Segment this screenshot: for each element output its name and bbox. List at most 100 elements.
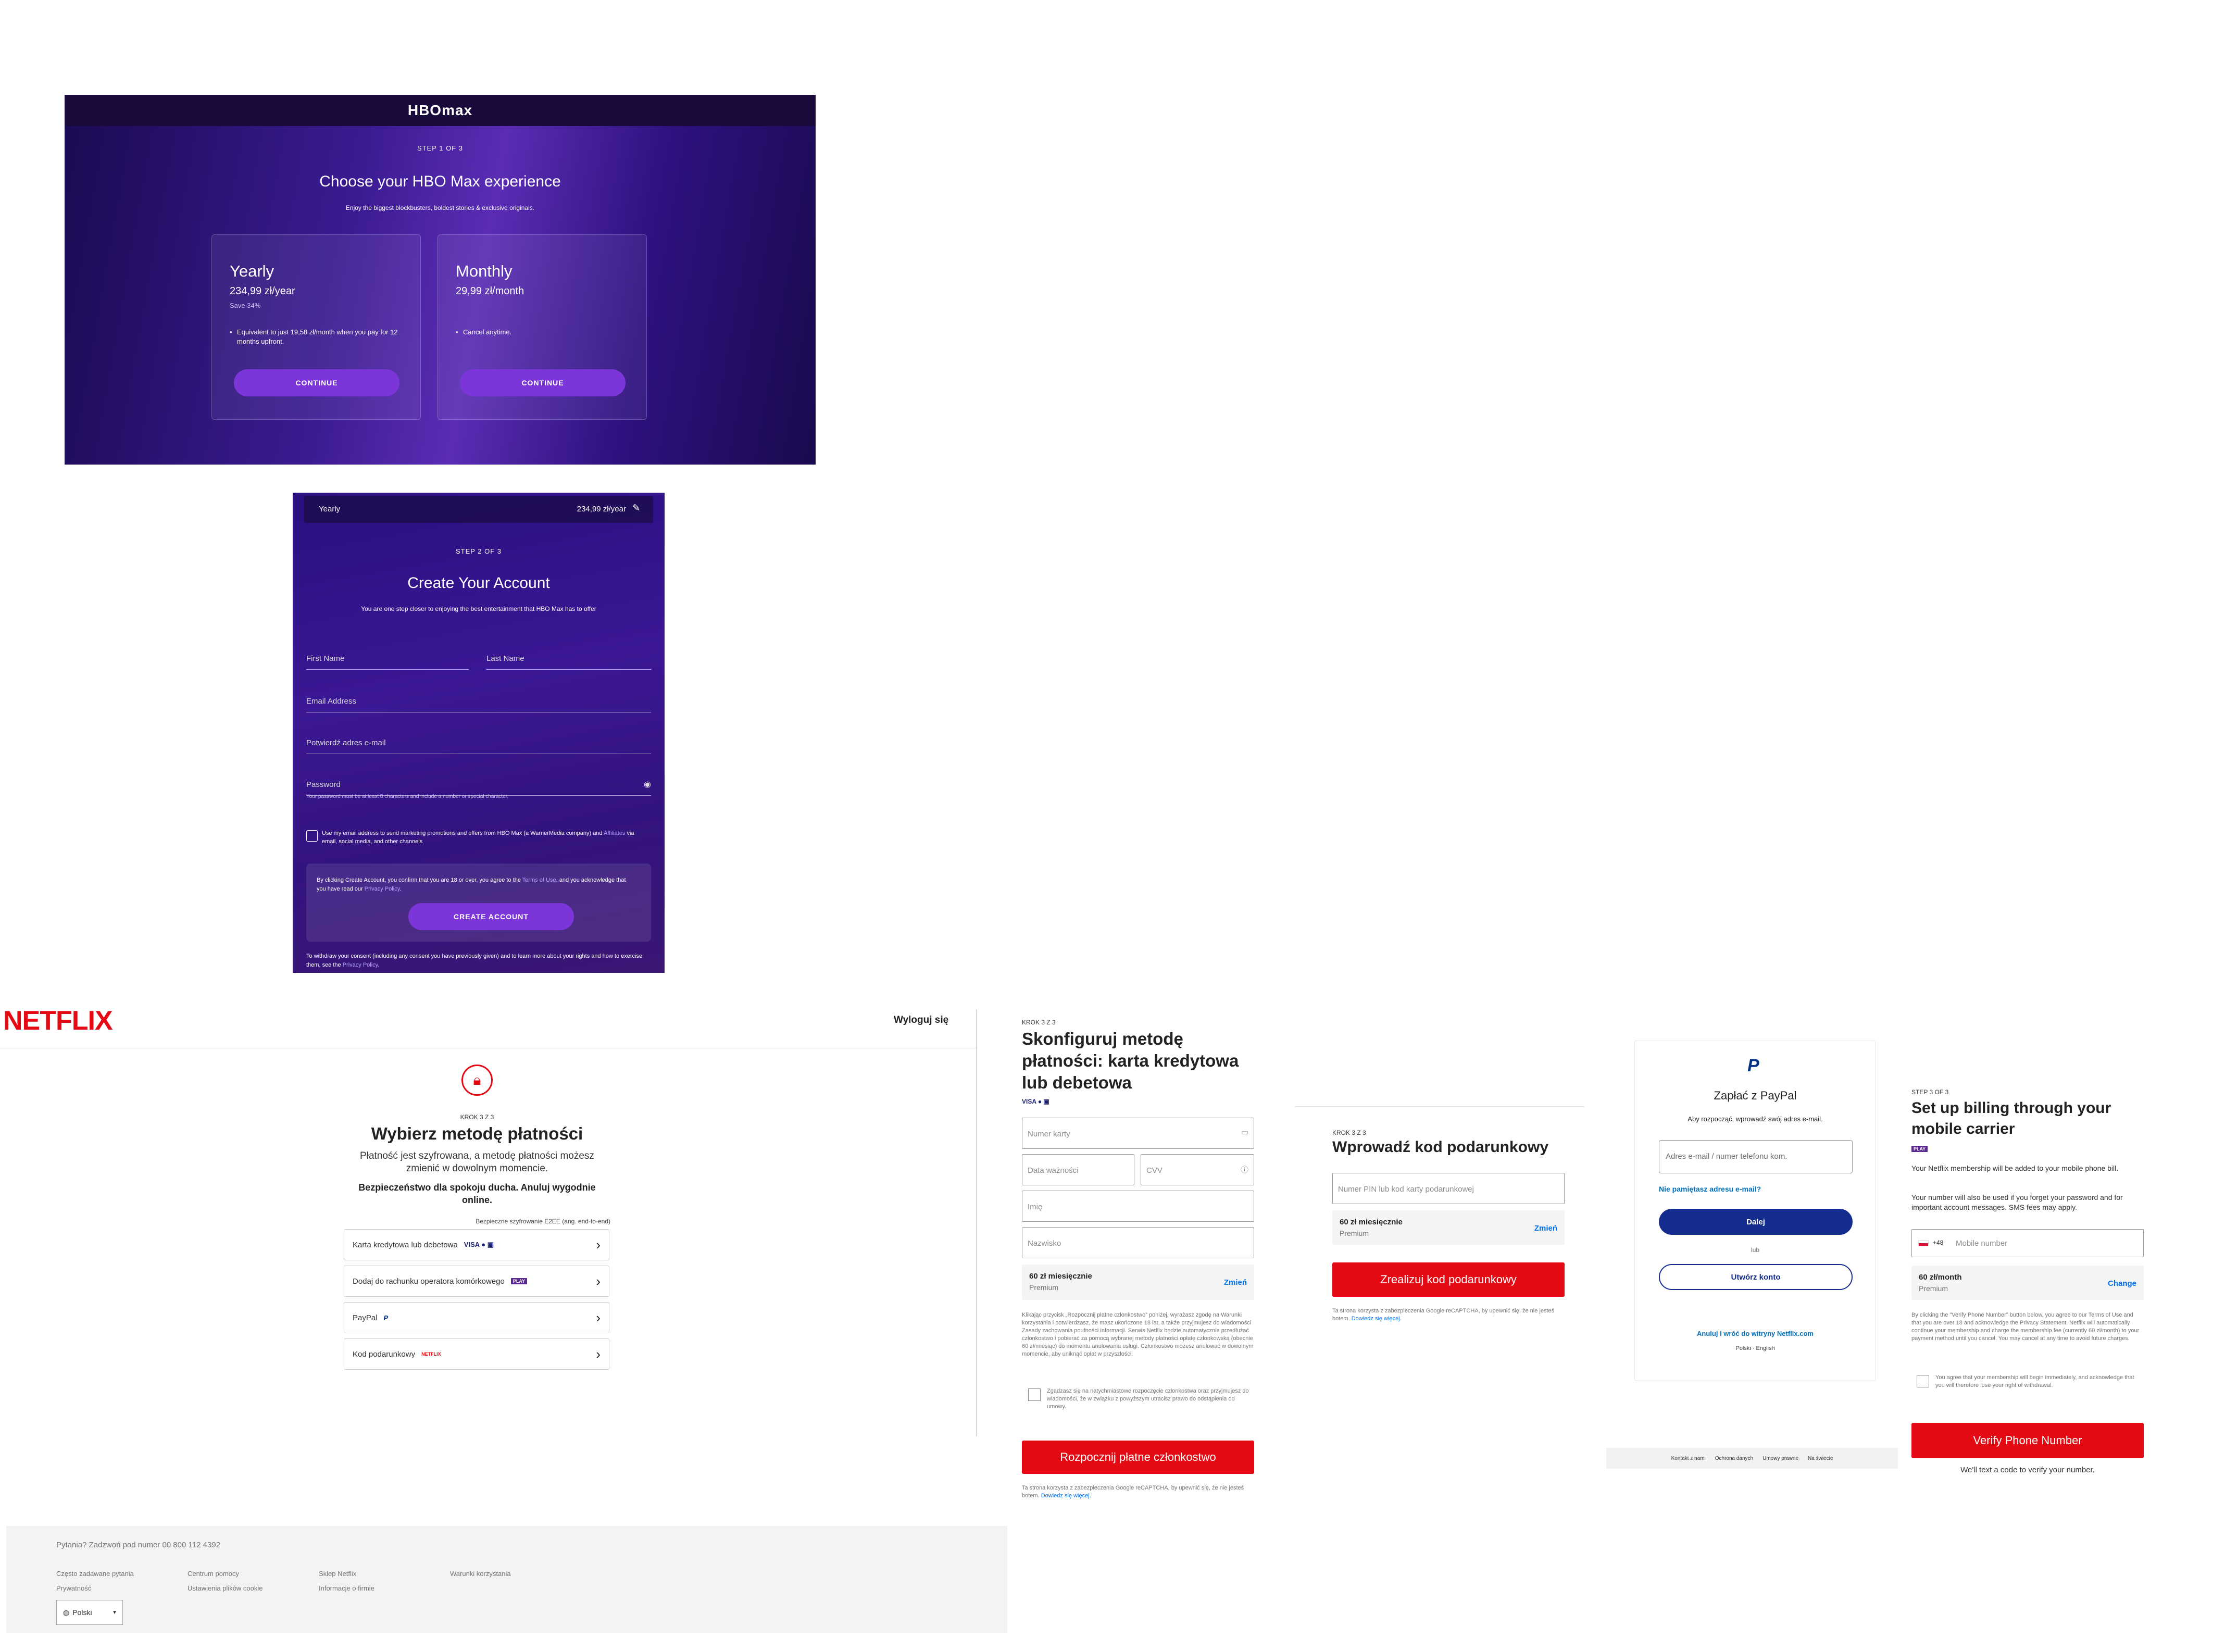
gift-code-input[interactable]: Numer PIN lub kod karty podarunkowej [1332, 1173, 1565, 1204]
plan-price: 60 zł miesięcznie [1029, 1272, 1092, 1281]
privacy-link[interactable]: Privacy Policy [365, 886, 400, 892]
option-label: Dodaj do rachunku operatora komórkowego [353, 1276, 505, 1286]
plan-bullet: Equivalent to just 19,58 zł/month when y… [230, 328, 402, 346]
page-subtitle: You are one step closer to enjoying the … [361, 605, 596, 612]
hbo-plan-screen: HBOmax STEP 1 OF 3 Choose your HBO Max e… [65, 95, 816, 465]
page-title: Wprowadź kod podarunkowy [1332, 1138, 1549, 1156]
footer-link[interactable]: Prywatność [56, 1584, 91, 1592]
poland-flag-icon [1918, 1240, 1929, 1246]
cvv-input[interactable]: CVV ⓘ [1141, 1154, 1254, 1185]
step-indicator: KROK 3 Z 3 [1022, 1019, 1056, 1026]
continue-button-yearly[interactable]: CONTINUE [234, 369, 399, 396]
continue-button-monthly[interactable]: CONTINUE [460, 369, 626, 396]
country-code[interactable]: +48 [1933, 1239, 1943, 1246]
recaptcha-text: Ta strona korzysta z zabezpieczenia Goog… [1022, 1484, 1254, 1500]
privacy-link[interactable]: Privacy Policy [343, 962, 378, 968]
plan-name: Premium [1029, 1283, 1059, 1292]
phone-placeholder: Mobile number [1956, 1239, 2008, 1248]
cvv-placeholder: CVV [1146, 1166, 1162, 1175]
step-indicator: STEP 3 OF 3 [1911, 1088, 1949, 1096]
language-links[interactable]: Polski · English [1635, 1345, 1876, 1351]
page-title: Set up billing through your mobile carri… [1911, 1099, 2111, 1137]
legal-text: By clicking the "Verify Phone Number" bu… [1911, 1312, 2140, 1342]
first-name-field[interactable]: First Name [306, 644, 469, 670]
verify-note: We'll text a code to verify your number. [1960, 1466, 2095, 1474]
legal-text: Klikając przycisk „Rozpocznij płatne czł… [1022, 1312, 1254, 1357]
consent-footer: To withdraw your consent (including any … [306, 953, 643, 968]
last-name-field[interactable]: Last Name [486, 644, 651, 670]
help-icon[interactable]: ⓘ [1241, 1164, 1248, 1175]
password-field[interactable]: Password ◉ [306, 770, 651, 796]
plan-summary: 60 zł miesięcznie Premium Zmień [1022, 1265, 1254, 1300]
paypal-login-panel: P Zapłać z PayPal Aby rozpocząć, wprowad… [1634, 1041, 1876, 1381]
create-account-button[interactable]: CREATE ACCOUNT [408, 903, 574, 930]
edit-icon[interactable]: ✎ [632, 503, 644, 514]
password-hint: Your password must be at least 8 charact… [306, 794, 509, 799]
payment-option-carrier[interactable]: Dodaj do rachunku operatora komórkowego … [344, 1266, 609, 1297]
cancel-return-link[interactable]: Anuluj i wróć do witryny Netflix.com [1635, 1330, 1876, 1337]
section-divider [1295, 1106, 1584, 1107]
card-number-input[interactable]: Numer karty ▭ [1022, 1118, 1254, 1149]
plan-price: 234,99 zł/year [230, 285, 295, 297]
netflix-footer: Pytania? Zadzwoń pod numer 00 800 112 43… [6, 1526, 1007, 1633]
footer-link[interactable]: Często zadawane pytania [56, 1570, 134, 1578]
footer-link[interactable]: Warunki korzystania [450, 1570, 511, 1578]
consent-text: You agree that your membership will begi… [1935, 1374, 2134, 1388]
expiry-input[interactable]: Data ważności [1022, 1154, 1134, 1185]
plan-card-monthly: Monthly 29,99 zł/month Cancel anytime. C… [438, 234, 647, 420]
consent-checkbox[interactable] [1028, 1388, 1041, 1401]
carrier-info: Your number will also be used if you for… [1911, 1193, 2123, 1211]
paypal-email-input[interactable]: Adres e-mail / numer telefonu kom. [1659, 1140, 1853, 1173]
plan-name: Premium [1919, 1284, 1948, 1293]
recaptcha-text: Ta strona korzysta z zabezpieczenia Goog… [1332, 1307, 1565, 1323]
payment-option-gift[interactable]: Kod podarunkowy NETFLIX › [344, 1338, 609, 1370]
sign-out-link[interactable]: Wyloguj się [894, 1015, 948, 1026]
eye-icon[interactable]: ◉ [644, 779, 651, 790]
phone-input[interactable]: +48 Mobile number [1911, 1229, 2144, 1257]
page-title: Create Your Account [407, 574, 550, 592]
learn-more-link[interactable]: Dowiedz się więcej. [1352, 1316, 1402, 1322]
footer-link[interactable]: Informacje o firmie [319, 1584, 374, 1592]
footer-link[interactable]: Ustawienia plików cookie [188, 1584, 263, 1592]
play-logo-icon: PLAY [1911, 1146, 1928, 1152]
change-link[interactable]: Zmień [1224, 1278, 1247, 1287]
last-name-input[interactable]: Nazwisko [1022, 1227, 1254, 1258]
consent-checkbox[interactable] [1917, 1375, 1929, 1387]
language-select[interactable]: ◍ Polski ▼ [56, 1600, 123, 1625]
footer-link[interactable]: Umowy prawne [1763, 1456, 1798, 1461]
consent-text: Zgadzasz się na natychmiastowe rozpoczęc… [1047, 1388, 1249, 1410]
chevron-right-icon: › [596, 1237, 601, 1253]
footer-link[interactable]: Kontakt z nami [1671, 1456, 1706, 1461]
payment-option-paypal[interactable]: PayPal P › [344, 1302, 609, 1333]
chevron-right-icon: › [596, 1273, 601, 1289]
redeem-gift-button[interactable]: Zrealizuj kod podarunkowy [1332, 1262, 1565, 1297]
verify-phone-button[interactable]: Verify Phone Number [1911, 1423, 2144, 1458]
marketing-checkbox[interactable] [306, 830, 318, 842]
footer-link[interactable]: Na świecie [1808, 1456, 1833, 1461]
footer-link[interactable]: Centrum pomocy [188, 1570, 239, 1578]
option-label: PayPal [353, 1313, 378, 1322]
first-name-input[interactable]: Imię [1022, 1191, 1254, 1222]
forgot-email-link[interactable]: Nie pamiętasz adresu e-mail? [1659, 1185, 1761, 1193]
paypal-subtitle: Aby rozpocząć, wprowadź swój adres e-mai… [1688, 1115, 1823, 1123]
confirm-email-field[interactable]: Potwierdź adres e-mail [306, 728, 651, 754]
change-link[interactable]: Change [2108, 1279, 2136, 1288]
footer-link[interactable]: Sklep Netflix [319, 1570, 356, 1578]
terms-link[interactable]: Terms of Use [522, 877, 556, 883]
next-button[interactable]: Dalej [1659, 1209, 1853, 1235]
start-membership-button[interactable]: Rozpocznij płatne członkostwo [1022, 1441, 1254, 1474]
terms-text-part: By clicking Create Account, you confirm … [317, 877, 521, 883]
learn-more-link[interactable]: Dowiedz się więcej. [1041, 1493, 1091, 1499]
page-title: Skonfiguruj metodę płatności: karta kred… [1022, 1029, 1239, 1092]
footer-link[interactable]: Ochrona danych [1715, 1456, 1753, 1461]
paypal-footer: Kontakt z nami Ochrona danych Umowy praw… [1606, 1448, 1898, 1469]
affiliates-link[interactable]: Affiliates [604, 830, 625, 836]
marketing-text: Use my email address to send marketing p… [322, 829, 650, 846]
change-link[interactable]: Zmień [1534, 1224, 1557, 1233]
card-logos-icon: VISA ● ▣ [1022, 1098, 1049, 1105]
netflix-logo[interactable]: NETFLIX [3, 1005, 113, 1036]
payment-option-card[interactable]: Karta kredytowa lub debetowa VISA ● ▣ › [344, 1229, 609, 1260]
create-account-button[interactable]: Utwórz konto [1659, 1264, 1853, 1290]
email-field[interactable]: Email Address [306, 686, 651, 712]
paypal-title: Zapłać z PayPal [1714, 1089, 1797, 1102]
